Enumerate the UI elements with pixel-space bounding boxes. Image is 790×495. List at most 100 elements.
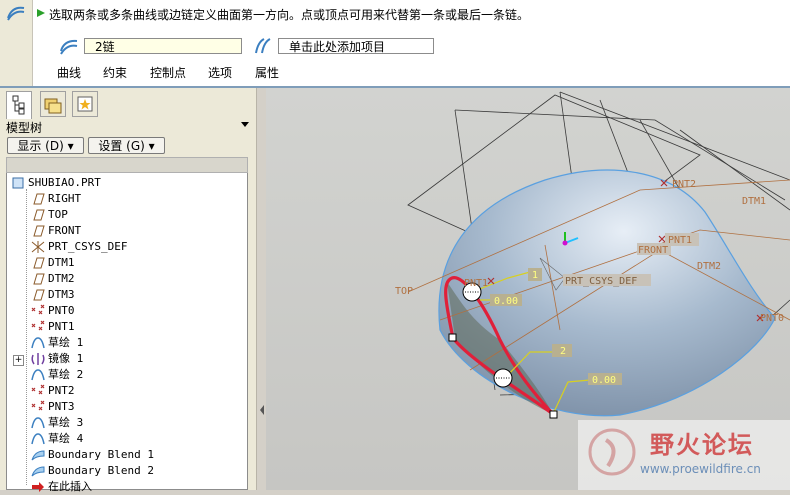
tree-item[interactable]: 草绘 4 bbox=[30, 431, 83, 447]
sketch-icon bbox=[30, 336, 48, 349]
tree-item-label: Boundary Blend 1 bbox=[48, 448, 154, 461]
tree-item-label: 在此插入 bbox=[48, 480, 92, 493]
tab-properties[interactable]: 属性 bbox=[255, 64, 279, 81]
dimension-value-1[interactable]: 0.00 bbox=[494, 296, 518, 307]
sketch-icon bbox=[30, 368, 48, 381]
tree-item[interactable]: PRT_CSYS_DEF bbox=[30, 239, 127, 255]
datum-plane-icon bbox=[30, 208, 48, 221]
tree-item-label: RIGHT bbox=[48, 192, 82, 205]
tree-item[interactable]: 镜像 1 bbox=[30, 351, 83, 367]
boundary-blend-icon bbox=[7, 6, 25, 21]
label-pnt1: PNT1 bbox=[668, 235, 692, 246]
dimension-value-2[interactable]: 0.00 bbox=[592, 375, 616, 386]
tree-item[interactable]: DTM1 bbox=[30, 255, 75, 271]
tree-item-label: 草绘 4 bbox=[48, 432, 84, 445]
model-tree-header: 模型树 bbox=[6, 121, 43, 135]
chain-tag-2[interactable]: 2 bbox=[560, 346, 566, 357]
tree-item[interactable]: PNT0 bbox=[30, 303, 75, 319]
model-tree-icon bbox=[12, 95, 25, 115]
dashboard-icon-column bbox=[0, 0, 33, 88]
first-direction-collector[interactable]: 2链 bbox=[84, 38, 242, 54]
tree-item[interactable]: PNT2 bbox=[30, 383, 75, 399]
label-top: TOP bbox=[395, 286, 413, 297]
tree-item[interactable]: 草绘 3 bbox=[30, 415, 83, 431]
label-dtm1: DTM1 bbox=[742, 196, 766, 207]
tab-model-tree[interactable] bbox=[6, 91, 32, 119]
watermark-url: www.proewildfire.cn bbox=[640, 462, 761, 476]
tree-item-label: FRONT bbox=[48, 224, 82, 237]
watermark-logo-icon bbox=[588, 428, 636, 476]
chain-endpoint-bottom[interactable] bbox=[549, 410, 558, 419]
tab-favorites[interactable] bbox=[72, 91, 98, 117]
insert-arrow-icon bbox=[30, 480, 48, 493]
part-icon bbox=[10, 176, 28, 189]
datum-plane-icon bbox=[30, 288, 48, 301]
tree-item-label: PNT2 bbox=[48, 384, 75, 397]
label-dtm2: DTM2 bbox=[697, 261, 721, 272]
datum-point-icon bbox=[30, 400, 48, 413]
tree-item[interactable]: TOP bbox=[30, 207, 68, 223]
tree-item-label: Boundary Blend 2 bbox=[48, 464, 154, 477]
mirror-icon bbox=[30, 352, 48, 365]
label-prt-csys-def: PRT_CSYS_DEF bbox=[565, 276, 637, 287]
boundary-blend-icon bbox=[30, 464, 48, 477]
watermark-title: 野火论坛 bbox=[650, 431, 754, 459]
tree-item-label: PNT3 bbox=[48, 400, 75, 413]
boundary-blend-icon bbox=[30, 448, 48, 461]
tree-guide-line bbox=[26, 189, 27, 485]
sketch-icon bbox=[30, 416, 48, 429]
tree-item[interactable]: Boundary Blend 2 bbox=[30, 463, 154, 479]
tree-item[interactable]: 在此插入 bbox=[30, 479, 92, 495]
drag-handle-2[interactable] bbox=[493, 368, 513, 388]
tab-constraints[interactable]: 约束 bbox=[103, 64, 127, 81]
tree-item[interactable]: PNT3 bbox=[30, 399, 75, 415]
tree-item[interactable]: DTM3 bbox=[30, 287, 75, 303]
second-direction-collector[interactable]: 单击此处添加项目 bbox=[278, 38, 434, 54]
tree-item-label: SHUBIAO.PRT bbox=[28, 176, 101, 189]
info-icon bbox=[37, 9, 45, 17]
chain-tag-1[interactable]: 1 bbox=[532, 270, 538, 281]
datum-point-icon bbox=[30, 320, 48, 333]
tree-item-label: PRT_CSYS_DEF bbox=[48, 240, 128, 253]
tree-item[interactable]: PNT1 bbox=[30, 319, 75, 335]
tree-item[interactable]: 草绘 1 bbox=[30, 335, 83, 351]
tree-item-label: PNT1 bbox=[48, 320, 75, 333]
datum-plane-icon bbox=[30, 256, 48, 269]
datum-plane-icon bbox=[30, 224, 48, 237]
expand-toggle[interactable]: + bbox=[13, 355, 24, 366]
tree-item[interactable]: FRONT bbox=[30, 223, 81, 239]
tree-item[interactable]: DTM2 bbox=[30, 271, 75, 287]
tab-curves[interactable]: 曲线 bbox=[57, 64, 81, 81]
label-pnt1-near-chain: PNT1 bbox=[464, 278, 488, 289]
datum-point-icon bbox=[30, 384, 48, 397]
tree-menu-arrow-icon[interactable] bbox=[240, 119, 250, 129]
second-direction-chain-icon[interactable] bbox=[252, 36, 274, 56]
settings-button[interactable]: 设置 (G) ▾ bbox=[88, 137, 165, 154]
tree-item-label: 镜像 1 bbox=[48, 352, 84, 365]
chain-endpoint-top[interactable] bbox=[448, 333, 457, 342]
label-front: FRONT bbox=[638, 245, 668, 256]
show-button[interactable]: 显示 (D) ▾ bbox=[7, 137, 84, 154]
tree-item-label: DTM3 bbox=[48, 288, 75, 301]
tree-item[interactable]: RIGHT bbox=[30, 191, 81, 207]
tree-item-label: PNT0 bbox=[48, 304, 75, 317]
tab-control-points[interactable]: 控制点 bbox=[150, 64, 186, 81]
folder-icon bbox=[44, 98, 62, 114]
prompt-message: 选取两条或多条曲线或边链定义曲面第一方向。点或顶点可用来代替第一条或最后一条链。 bbox=[49, 8, 530, 22]
datum-point-icon bbox=[30, 304, 48, 317]
tree-root-item[interactable]: SHUBIAO.PRT bbox=[10, 175, 101, 191]
tree-item-label: DTM1 bbox=[48, 256, 75, 269]
first-direction-chain-icon[interactable] bbox=[58, 36, 80, 56]
tree-item-label: 草绘 2 bbox=[48, 368, 84, 381]
label-pnt0: PNT0 bbox=[760, 313, 784, 324]
tree-item[interactable]: Boundary Blend 1 bbox=[30, 447, 154, 463]
datum-plane-icon bbox=[30, 272, 48, 285]
favorites-icon bbox=[77, 96, 93, 112]
tab-options[interactable]: 选项 bbox=[208, 64, 232, 81]
tree-item[interactable]: 草绘 2 bbox=[30, 367, 83, 383]
csys-icon bbox=[30, 240, 48, 253]
dashboard: 选取两条或多条曲线或边链定义曲面第一方向。点或顶点可用来代替第一条或最后一条链。… bbox=[0, 0, 790, 88]
tree-item-label: DTM2 bbox=[48, 272, 75, 285]
collapse-arrow-icon[interactable] bbox=[258, 404, 266, 416]
tab-folder-browser[interactable] bbox=[40, 91, 66, 117]
